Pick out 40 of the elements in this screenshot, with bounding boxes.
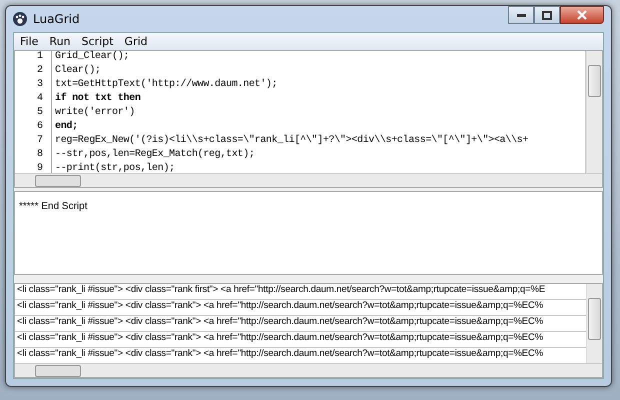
code-line: txt=GetHttpText('http://www.daum.net'); xyxy=(55,79,278,92)
vertical-scrollbar[interactable] xyxy=(586,51,602,173)
code-line: --print(str,pos,len); xyxy=(55,163,176,176)
line-number: 5 xyxy=(36,107,44,120)
paw-icon xyxy=(13,12,27,26)
grid-row[interactable]: <li class="rank_li #issue"> <div class="rank"> <a href="http://search.daum.net/search?w=tot&amp;rtupcate=issue&amp;q=%EC% xyxy=(15,300,586,316)
code-line: Clear(); xyxy=(55,65,102,78)
grid-row[interactable]: <li class="rank_li #issue"> <div class="rank first"> <a href="http://search.daum.net/search?w=tot&amp;rtupcate=issue&amp;q=%E xyxy=(15,284,586,300)
horizontal-scrollbar[interactable] xyxy=(15,173,602,187)
line-number: 2 xyxy=(36,65,44,78)
menu-item[interactable]: Run xyxy=(49,35,71,48)
line-number: 6 xyxy=(36,121,44,134)
minimize-icon xyxy=(516,14,526,16)
maximize-icon xyxy=(542,10,552,20)
code-line: write('error') xyxy=(55,107,136,120)
menu-item[interactable]: File xyxy=(20,35,38,48)
horizontal-scrollbar[interactable] xyxy=(15,363,602,377)
code-line: end; xyxy=(55,121,79,134)
code-line: --str,pos,len=RegEx_Match(reg,txt); xyxy=(55,149,256,162)
line-number: 4 xyxy=(36,93,44,106)
code-line: if not txt then xyxy=(55,93,142,106)
line-number: 8 xyxy=(36,149,44,162)
minimize-button[interactable] xyxy=(508,6,534,24)
grid-row[interactable]: <li class="rank_li #issue"> <div class="rank"> <a href="http://search.daum.net/search?w=tot&amp;rtupcate=issue&amp;q=%EC% xyxy=(15,316,586,332)
line-number: 9 xyxy=(36,163,44,176)
code-line: Grid_Clear(); xyxy=(55,51,130,64)
code-line: reg=RegEx_New('(?is)<li\\s+class=\"rank_li[^\"]+?\"><div\\s+class=\"[^\"]+\"><a\\s+ xyxy=(55,135,530,148)
code-editor[interactable] xyxy=(14,50,603,188)
close-button[interactable] xyxy=(560,6,604,24)
menu-item[interactable]: Script xyxy=(82,35,114,48)
vertical-scrollbar[interactable] xyxy=(586,284,602,363)
line-number: 1 xyxy=(36,51,44,64)
close-icon xyxy=(577,10,587,20)
window-title: LuaGrid xyxy=(33,12,80,26)
menu-item[interactable]: Grid xyxy=(124,35,148,48)
grid-row[interactable]: <li class="rank_li #issue"> <div class="rank"> <a href="http://search.daum.net/search?w=tot&amp;rtupcate=issue&amp;q=%EC% xyxy=(15,332,586,348)
line-number: 7 xyxy=(36,135,44,148)
maximize-button[interactable] xyxy=(534,6,560,24)
line-number: 3 xyxy=(36,79,44,92)
output-text: ***** End Script xyxy=(19,201,88,212)
